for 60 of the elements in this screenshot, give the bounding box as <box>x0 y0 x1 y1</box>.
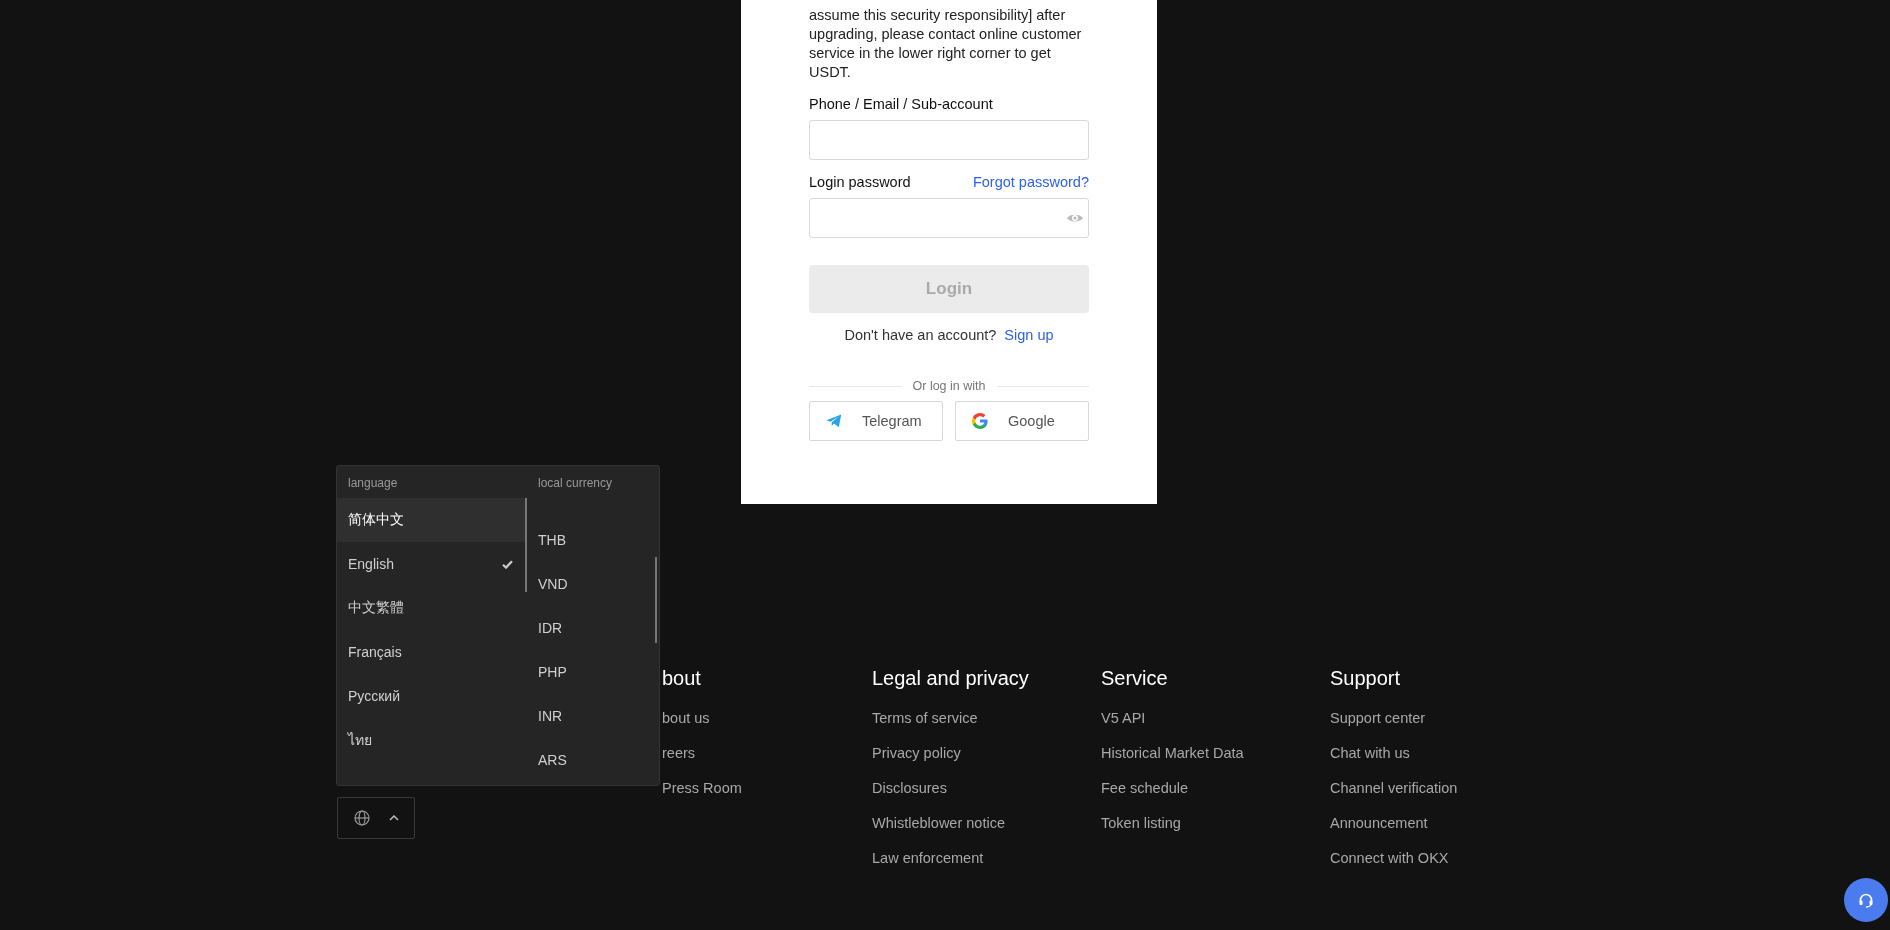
footer-link[interactable]: Connect with OKX <box>1330 848 1449 868</box>
language-item[interactable]: 简体中文 <box>337 498 527 542</box>
field-label: Login password <box>809 174 911 190</box>
footer-link[interactable]: Historical Market Data <box>1101 743 1244 763</box>
footer-link[interactable]: Terms of service <box>872 708 978 728</box>
notice-text: assume this security responsibility] after upgrading, please contact online customer service in the lower right corner to get USDT. <box>809 6 1083 82</box>
currency-item[interactable]: IDR <box>527 606 563 650</box>
language-label: English <box>348 556 394 572</box>
language-header: language <box>347 475 399 492</box>
footer-link[interactable]: reers <box>662 743 696 763</box>
language-item[interactable]: English <box>337 542 527 586</box>
footer-heading: Legal and privacy <box>872 666 1029 690</box>
footer-link[interactable]: Privacy policy <box>872 743 961 763</box>
language-item[interactable]: Français <box>337 630 527 674</box>
forgot-password-link[interactable]: Forgot password? <box>972 174 1089 190</box>
footer-link[interactable]: Whistleblower notice <box>872 813 1005 833</box>
google-login-button[interactable]: Google <box>955 401 1089 441</box>
globe-icon <box>353 810 370 826</box>
account-field[interactable] <box>809 120 1089 160</box>
footer-link[interactable]: Press Room <box>662 778 742 798</box>
language-label: ไทย <box>348 731 372 750</box>
footer-link[interactable]: Support center <box>1330 708 1426 728</box>
language-label: Русский <box>348 688 400 704</box>
footer-heading: Support <box>1330 666 1401 690</box>
footer-link[interactable]: V5 API <box>1101 708 1146 728</box>
eye-icon[interactable] <box>1066 212 1084 224</box>
password-field[interactable] <box>809 198 1089 238</box>
language-label: Français <box>348 644 402 660</box>
signup-prompt: Don't have an account? <box>844 327 997 343</box>
caret-icon <box>388 815 399 821</box>
language-label: 简体中文 <box>348 511 404 529</box>
footer-link[interactable]: Announcement <box>1330 813 1428 833</box>
footer-link[interactable]: Token listing <box>1101 813 1181 833</box>
language-toggle-button[interactable] <box>337 797 415 839</box>
support-chat-button[interactable] <box>1844 878 1888 922</box>
footer-link[interactable]: Law enforcement <box>872 848 984 868</box>
divider-text: Or log in with <box>912 379 986 393</box>
footer-link[interactable]: Chat with us <box>1330 743 1410 763</box>
field-label: Phone / Email / Sub-account <box>809 96 993 112</box>
language-item[interactable]: Русский <box>337 674 527 718</box>
telegram-login-button[interactable]: Telegram <box>809 401 943 441</box>
language-item[interactable]: 中文繁體 <box>337 586 527 630</box>
currency-item[interactable]: ARS <box>527 738 567 782</box>
currency-item[interactable]: PHP <box>527 650 567 694</box>
currency-item[interactable]: THB <box>527 518 566 562</box>
footer-link[interactable]: Fee schedule <box>1101 778 1189 798</box>
google-g-icon <box>972 413 988 429</box>
paper-plane-icon <box>826 414 842 428</box>
footer-link[interactable]: Channel verification <box>1330 778 1458 798</box>
footer-heading: Service <box>1101 666 1168 690</box>
signup-link[interactable]: Sign up <box>1004 327 1054 343</box>
headset-icon <box>1858 892 1874 908</box>
language-label: 中文繁體 <box>348 599 404 617</box>
language-item[interactable]: ไทย <box>337 718 527 762</box>
currency-item[interactable]: INR <box>527 694 563 738</box>
footer-heading: bout <box>662 666 701 690</box>
footer-link[interactable]: Disclosures <box>872 778 947 798</box>
footer-link[interactable]: bout us <box>662 708 710 728</box>
currency-header: local currency <box>537 475 614 492</box>
currency-item[interactable]: VND <box>527 562 568 606</box>
